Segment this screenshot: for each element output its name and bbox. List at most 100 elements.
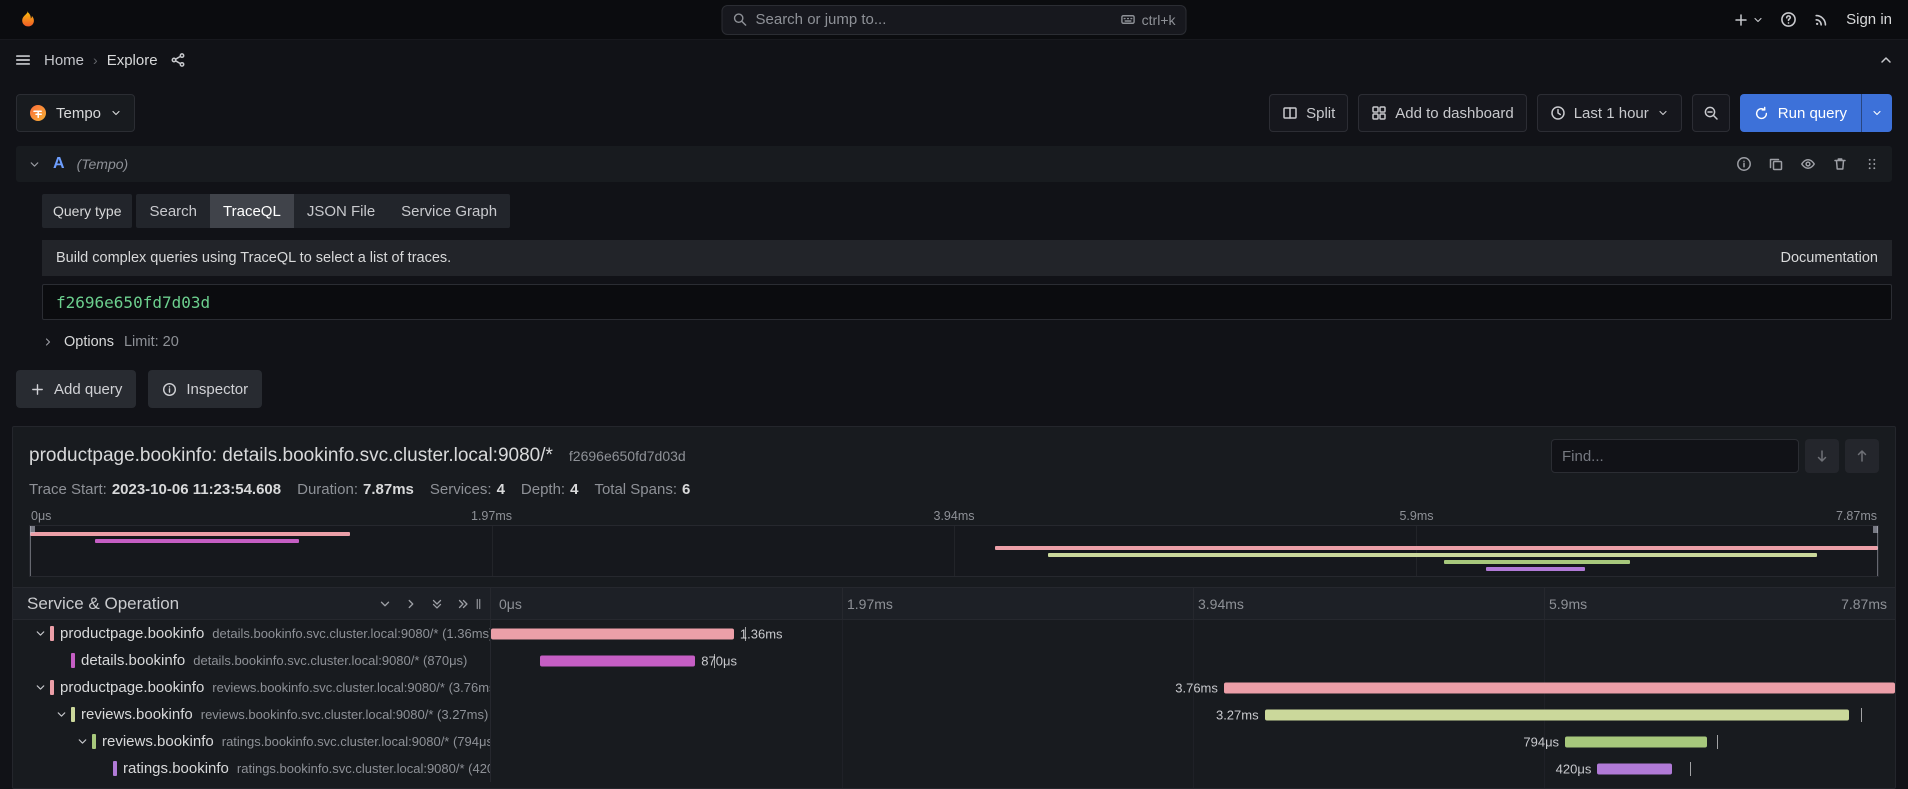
span-collapse-chevron-icon[interactable]	[55, 708, 71, 721]
span-duration-label: 3.27ms	[1216, 707, 1259, 722]
query-help-button[interactable]	[1736, 156, 1752, 172]
tab-json-file[interactable]: JSON File	[294, 194, 388, 228]
span-bar[interactable]	[1597, 763, 1672, 774]
span-name-cell[interactable]: reviews.bookinfo reviews.bookinfo.svc.cl…	[13, 701, 491, 728]
span-track[interactable]: 794μs	[491, 728, 1895, 755]
sign-in-link[interactable]: Sign in	[1846, 11, 1892, 28]
span-track[interactable]: 420μs	[491, 755, 1895, 782]
service-operation-header: Service & Operation	[13, 588, 491, 619]
tab-search[interactable]: Search	[136, 194, 210, 228]
disable-query-button[interactable]	[1800, 156, 1816, 172]
collapse-one-level-button[interactable]	[378, 597, 392, 611]
hamburger-menu-icon	[14, 51, 32, 69]
expand-one-level-button[interactable]	[404, 597, 418, 611]
datasource-name: Tempo	[56, 105, 101, 122]
span-end-tick	[1861, 708, 1862, 722]
split-button[interactable]: Split	[1269, 94, 1348, 132]
zoom-out-time-button[interactable]	[1692, 94, 1730, 132]
query-ref-id: A	[53, 155, 65, 173]
chevron-down-icon	[1752, 14, 1764, 26]
minimap-scrubber-left[interactable]	[30, 526, 31, 576]
find-input[interactable]	[1551, 439, 1799, 473]
plus-icon	[30, 382, 45, 397]
span-collapse-chevron-icon[interactable]	[34, 627, 50, 640]
span-name-cell[interactable]: details.bookinfo details.bookinfo.svc.cl…	[13, 647, 491, 674]
remove-query-button[interactable]	[1832, 156, 1848, 172]
breadcrumb-explore[interactable]: Explore	[107, 52, 158, 69]
grafana-logo[interactable]	[16, 8, 40, 32]
keyboard-icon	[1121, 12, 1136, 27]
grip-dots-icon	[1864, 156, 1880, 172]
minimap-scrubber-right[interactable]	[1877, 526, 1878, 576]
run-query-button-group: Run query	[1740, 94, 1892, 132]
split-columns-icon	[1282, 105, 1298, 121]
inspector-button[interactable]: Inspector	[148, 370, 262, 408]
trace-depth: Depth:4	[521, 481, 579, 498]
span-service: reviews.bookinfo	[102, 733, 214, 750]
options-expand-button[interactable]	[42, 336, 54, 348]
span-bar[interactable]	[1565, 736, 1707, 747]
column-resize-handle[interactable]	[472, 595, 485, 613]
span-row[interactable]: details.bookinfo details.bookinfo.svc.cl…	[13, 647, 1895, 674]
duplicate-query-button[interactable]	[1768, 156, 1784, 172]
tab-service-graph[interactable]: Service Graph	[388, 194, 510, 228]
add-query-button[interactable]: Add query	[16, 370, 136, 408]
trace-id: f2696e650fd7d03d	[569, 448, 686, 464]
options-label[interactable]: Options	[64, 334, 114, 350]
documentation-link[interactable]: Documentation	[1780, 250, 1878, 266]
span-row[interactable]: productpage.bookinfo details.bookinfo.sv…	[13, 620, 1895, 647]
span-track[interactable]: 3.76ms	[491, 674, 1895, 701]
span-track[interactable]: 1.36ms	[491, 620, 1895, 647]
new-menu-button[interactable]	[1733, 12, 1764, 28]
expand-all-button[interactable]	[456, 597, 470, 611]
span-bar[interactable]	[1265, 709, 1849, 720]
datasource-picker[interactable]: Tempo	[16, 94, 135, 132]
span-name-cell[interactable]: productpage.bookinfo details.bookinfo.sv…	[13, 620, 491, 647]
span-bar[interactable]	[491, 628, 734, 639]
traceql-query-input[interactable]: f2696e650fd7d03d	[42, 284, 1892, 320]
span-bar[interactable]	[1224, 682, 1895, 693]
mega-menu-toggle[interactable]	[14, 51, 32, 69]
span-row[interactable]: reviews.bookinfo reviews.bookinfo.svc.cl…	[13, 701, 1895, 728]
add-to-dashboard-button[interactable]: Add to dashboard	[1358, 94, 1526, 132]
span-name-cell[interactable]: ratings.bookinfo ratings.bookinfo.svc.cl…	[13, 755, 491, 782]
minimap-span-bar	[1444, 560, 1631, 564]
span-name-cell[interactable]: reviews.bookinfo ratings.bookinfo.svc.cl…	[13, 728, 491, 755]
news-button[interactable]	[1813, 11, 1830, 28]
drag-query-handle[interactable]	[1864, 156, 1880, 172]
span-duration-label: 3.76ms	[1175, 680, 1218, 695]
tab-traceql[interactable]: TraceQL	[210, 194, 294, 228]
chevron-down-icon	[28, 158, 41, 171]
find-prev-button[interactable]	[1845, 439, 1879, 473]
eye-icon	[1800, 156, 1816, 172]
run-query-button[interactable]: Run query	[1740, 94, 1861, 132]
span-track[interactable]: 3.27ms	[491, 701, 1895, 728]
collapse-all-button[interactable]	[430, 597, 444, 611]
minimap-graph[interactable]	[29, 525, 1879, 577]
collapse-top-bar-button[interactable]	[1878, 52, 1894, 68]
span-collapse-chevron-icon[interactable]	[76, 735, 92, 748]
span-name-cell[interactable]: productpage.bookinfo reviews.bookinfo.sv…	[13, 674, 491, 701]
service-color-chip	[71, 707, 75, 722]
help-button[interactable]	[1780, 11, 1797, 28]
span-row[interactable]: reviews.bookinfo ratings.bookinfo.svc.cl…	[13, 728, 1895, 755]
run-query-dropdown-button[interactable]	[1861, 94, 1892, 132]
breadcrumb-home[interactable]: Home	[44, 52, 84, 69]
span-collapse-chevron-icon[interactable]	[34, 681, 50, 694]
chevron-up-icon	[1878, 52, 1894, 68]
search-placeholder: Search or jump to...	[756, 11, 887, 28]
span-end-tick	[714, 654, 715, 668]
span-row[interactable]: ratings.bookinfo ratings.bookinfo.svc.cl…	[13, 755, 1895, 782]
minimap-tick: 7.87ms	[1836, 509, 1877, 523]
span-bar[interactable]	[540, 655, 695, 666]
share-button[interactable]	[170, 52, 186, 68]
span-track[interactable]: 870μs	[491, 647, 1895, 674]
time-range-picker[interactable]: Last 1 hour	[1537, 94, 1682, 132]
double-chevron-right-icon	[456, 597, 470, 611]
search-input[interactable]: Search or jump to... ctrl+k	[722, 5, 1187, 35]
span-row[interactable]: productpage.bookinfo reviews.bookinfo.sv…	[13, 674, 1895, 701]
query-collapse-button[interactable]	[28, 158, 41, 171]
minimap-span-bar	[1486, 567, 1585, 571]
span-end-tick	[1690, 762, 1691, 776]
find-next-button[interactable]	[1805, 439, 1839, 473]
